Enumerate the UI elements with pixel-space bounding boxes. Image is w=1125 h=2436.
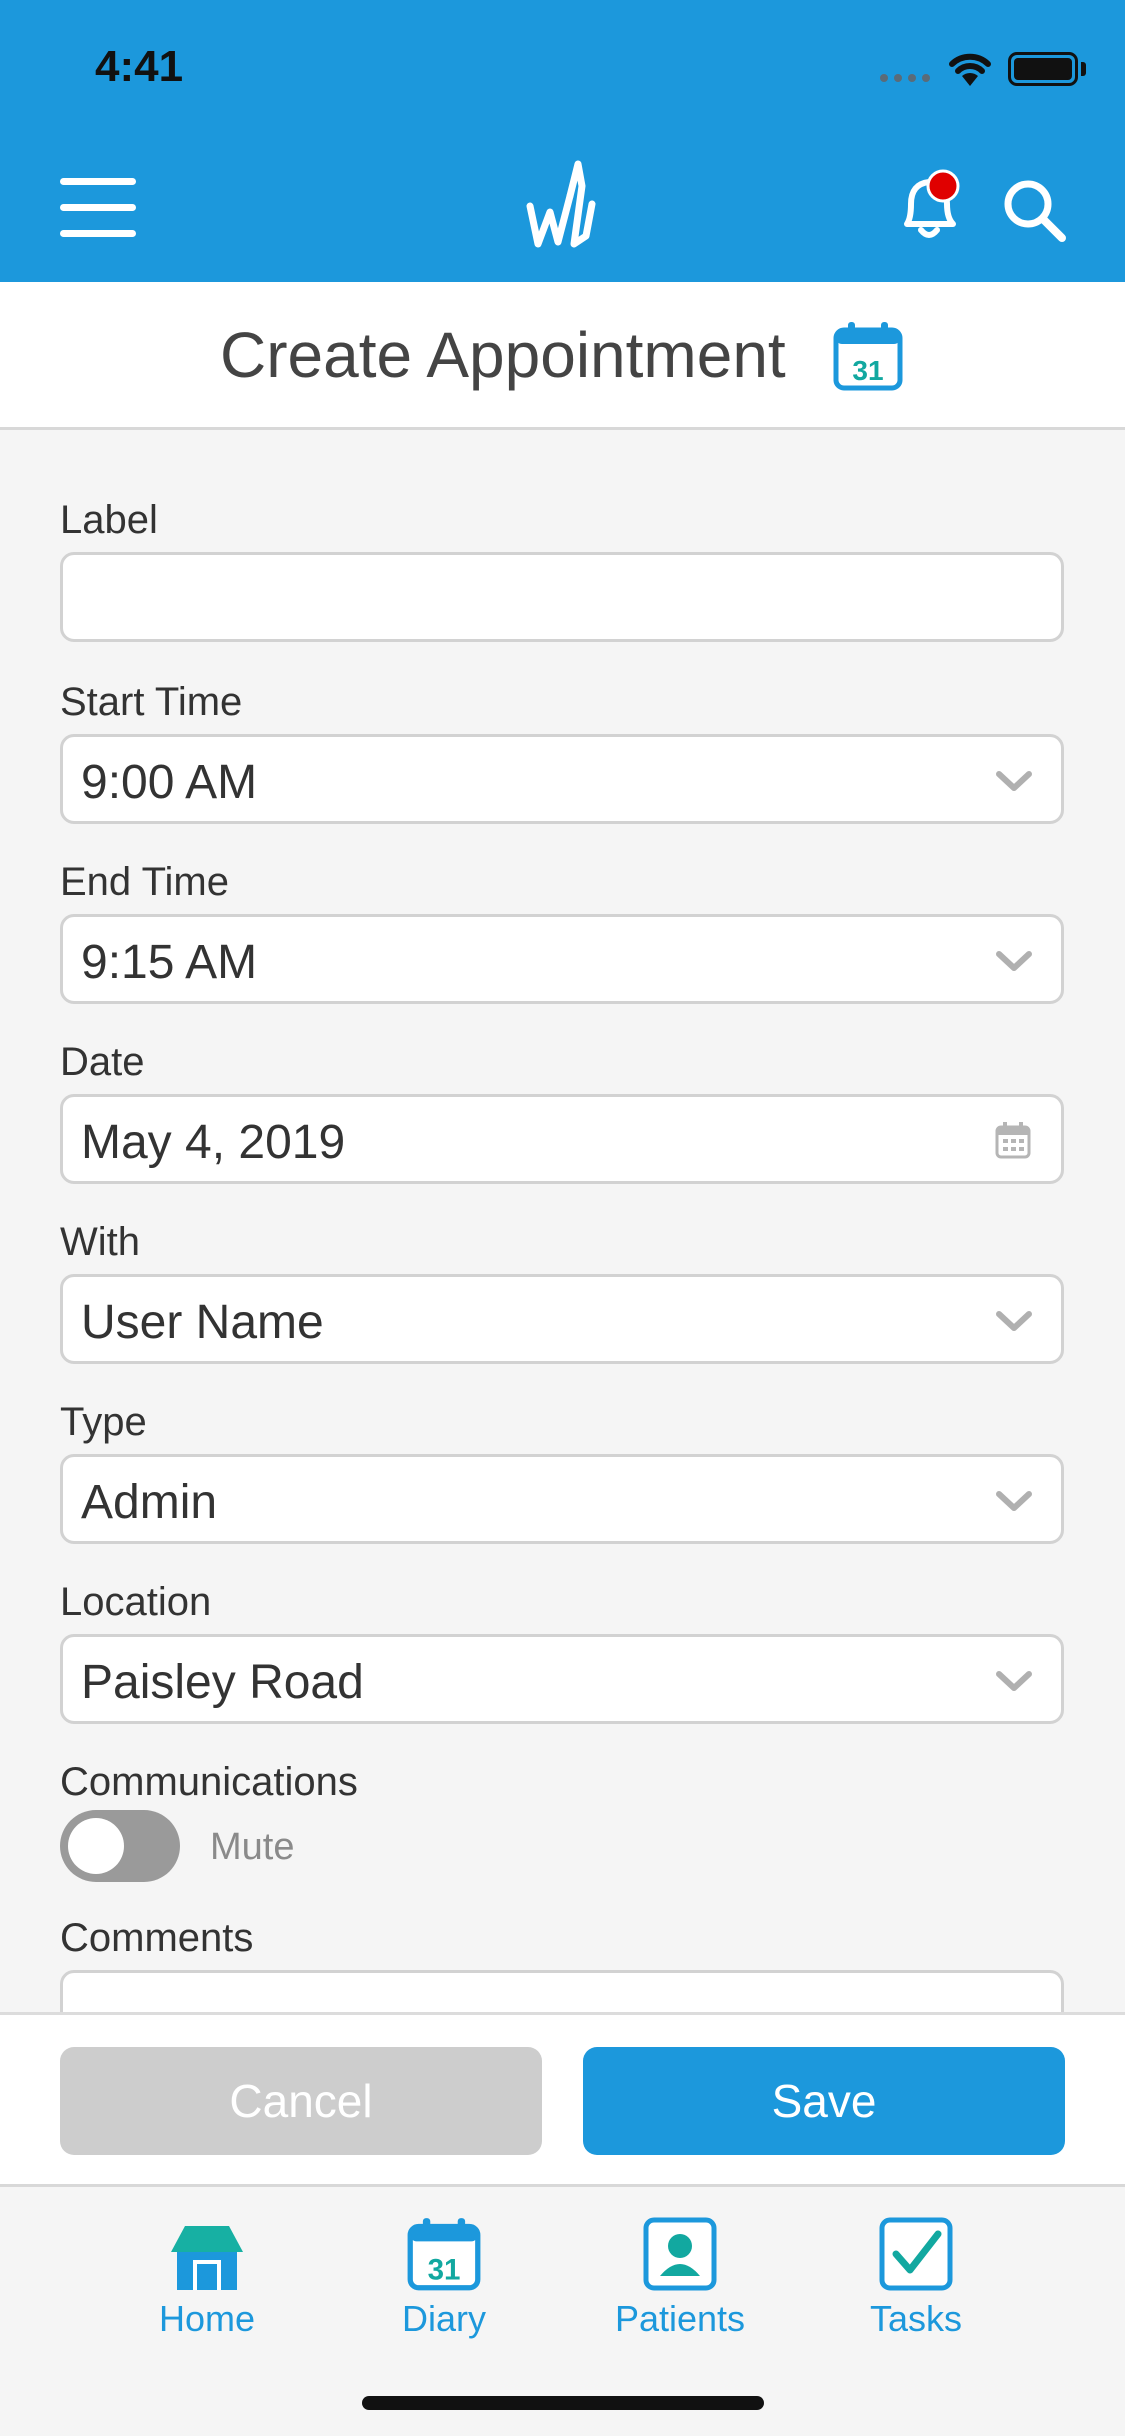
patient-icon: [643, 2217, 717, 2291]
comments-label: Comments: [60, 1916, 254, 1960]
tab-diary-day: 31: [428, 2253, 461, 2286]
tab-diary[interactable]: 31 Diary: [354, 2202, 534, 2352]
location-value: Paisley Road: [81, 1656, 364, 1709]
bell-icon[interactable]: [895, 164, 965, 244]
page-title-bar: Create Appointment 31: [0, 282, 1125, 430]
home-indicator[interactable]: [362, 2396, 764, 2410]
app-logo-icon: [526, 160, 596, 248]
wifi-icon: [949, 53, 991, 86]
tab-patients[interactable]: Patients: [590, 2202, 770, 2352]
date-picker[interactable]: May 4, 2019: [60, 1094, 1064, 1184]
start-time-value: 9:00 AM: [81, 756, 258, 809]
label-input[interactable]: [60, 552, 1064, 642]
with-value: User Name: [81, 1296, 324, 1349]
location-label: Location: [60, 1580, 212, 1624]
tab-tasks[interactable]: Tasks: [826, 2202, 1006, 2352]
communications-toggle[interactable]: [60, 1810, 180, 1882]
type-select[interactable]: Admin: [60, 1454, 1064, 1544]
tab-tasks-label: Tasks: [869, 2298, 963, 2339]
with-select[interactable]: User Name: [60, 1274, 1064, 1364]
app-header: 4:41: [0, 0, 1125, 282]
search-icon[interactable]: [1000, 176, 1070, 246]
tab-diary-label: Diary: [401, 2298, 486, 2339]
communications-label: Communications: [60, 1760, 358, 1804]
start-time-label: Start Time: [60, 680, 243, 724]
calendar-day: 31: [852, 355, 883, 386]
tab-home-label: Home: [158, 2298, 256, 2339]
end-time-select[interactable]: 9:15 AM: [60, 914, 1064, 1004]
home-icon: [171, 2226, 243, 2290]
calendar-icon: [995, 1122, 1031, 1159]
mute-label: Mute: [210, 1826, 295, 1868]
chevron-down-icon: [996, 1311, 1032, 1331]
with-label: With: [60, 1220, 140, 1264]
cellular-signal-icon: [880, 74, 930, 82]
chevron-down-icon: [996, 771, 1032, 791]
cancel-button[interactable]: Cancel: [60, 2047, 542, 2155]
calendar-icon: 31: [833, 322, 903, 391]
chevron-down-icon: [996, 1671, 1032, 1691]
tab-patients-label: Patients: [614, 2298, 746, 2339]
date-value: May 4, 2019: [81, 1116, 346, 1169]
chevron-down-icon: [996, 951, 1032, 971]
type-label: Type: [60, 1400, 147, 1444]
end-time-label: End Time: [60, 860, 229, 904]
location-select[interactable]: Paisley Road: [60, 1634, 1064, 1724]
type-value: Admin: [81, 1476, 218, 1529]
start-time-select[interactable]: 9:00 AM: [60, 734, 1064, 824]
hamburger-menu-icon[interactable]: [60, 178, 136, 238]
end-time-value: 9:15 AM: [81, 936, 258, 989]
tab-home[interactable]: Home: [117, 2202, 297, 2352]
battery-tip: [1081, 62, 1086, 76]
battery-icon: [1008, 52, 1078, 86]
form-actions: Cancel Save: [0, 2012, 1125, 2184]
appointment-form: Label Start Time 9:00 AM End Time 9:15 A…: [0, 430, 1125, 2012]
label-field-label: Label: [60, 498, 158, 542]
toggle-knob: [68, 1818, 124, 1874]
checkbox-icon: [879, 2217, 953, 2291]
date-label: Date: [60, 1040, 145, 1084]
calendar-icon: 31: [407, 2218, 481, 2291]
page-title: Create Appointment: [220, 319, 786, 391]
status-time: 4:41: [95, 42, 184, 91]
save-button[interactable]: Save: [583, 2047, 1065, 2155]
chevron-down-icon: [996, 1491, 1032, 1511]
comments-textarea[interactable]: [60, 1970, 1064, 2012]
